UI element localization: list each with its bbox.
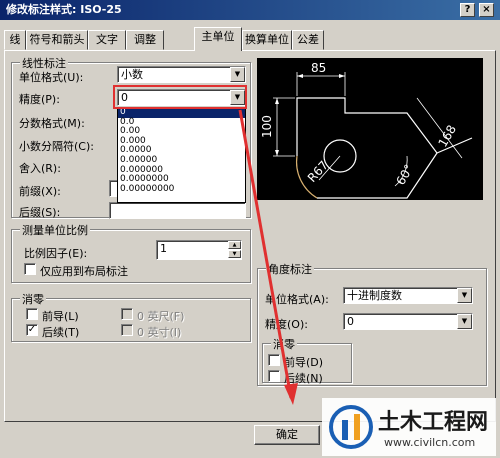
brand-logo-icon xyxy=(329,405,373,449)
dimension-style-dialog: 修改标注样式: ISO-25 ? × 线 符号和箭头 文字 调整 主单位 换算单… xyxy=(0,0,500,458)
annotation-arrow xyxy=(238,109,298,405)
watermark: 土木工程网 www.civilcn.com xyxy=(322,398,496,456)
watermark-brand: 土木工程网 xyxy=(378,410,489,435)
watermark-url: www.civilcn.com xyxy=(384,436,476,449)
